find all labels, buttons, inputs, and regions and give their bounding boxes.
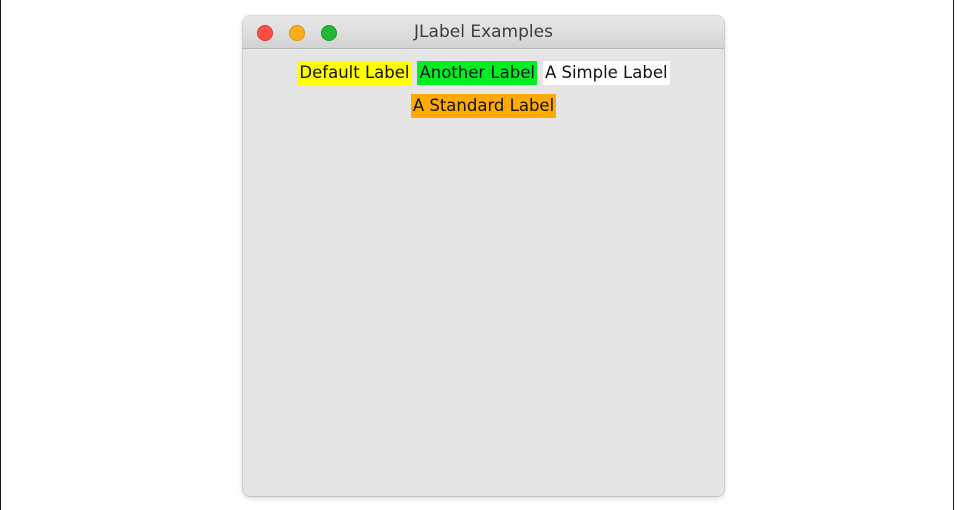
title-bar[interactable]: JLabel Examples <box>243 16 724 49</box>
standard-label: A Standard Label <box>410 94 557 118</box>
simple-label: A Simple Label <box>542 61 670 85</box>
window-title: JLabel Examples <box>414 22 553 42</box>
default-label: Default Label <box>297 61 412 85</box>
content-panel: Default Label Another Label A Simple Lab… <box>243 49 724 495</box>
label-row-bottom: A Standard Label <box>243 94 724 118</box>
another-label: Another Label <box>417 61 537 85</box>
app-window: JLabel Examples Default Label Another La… <box>243 16 724 496</box>
label-row-top: Default Label Another Label A Simple Lab… <box>243 61 724 85</box>
